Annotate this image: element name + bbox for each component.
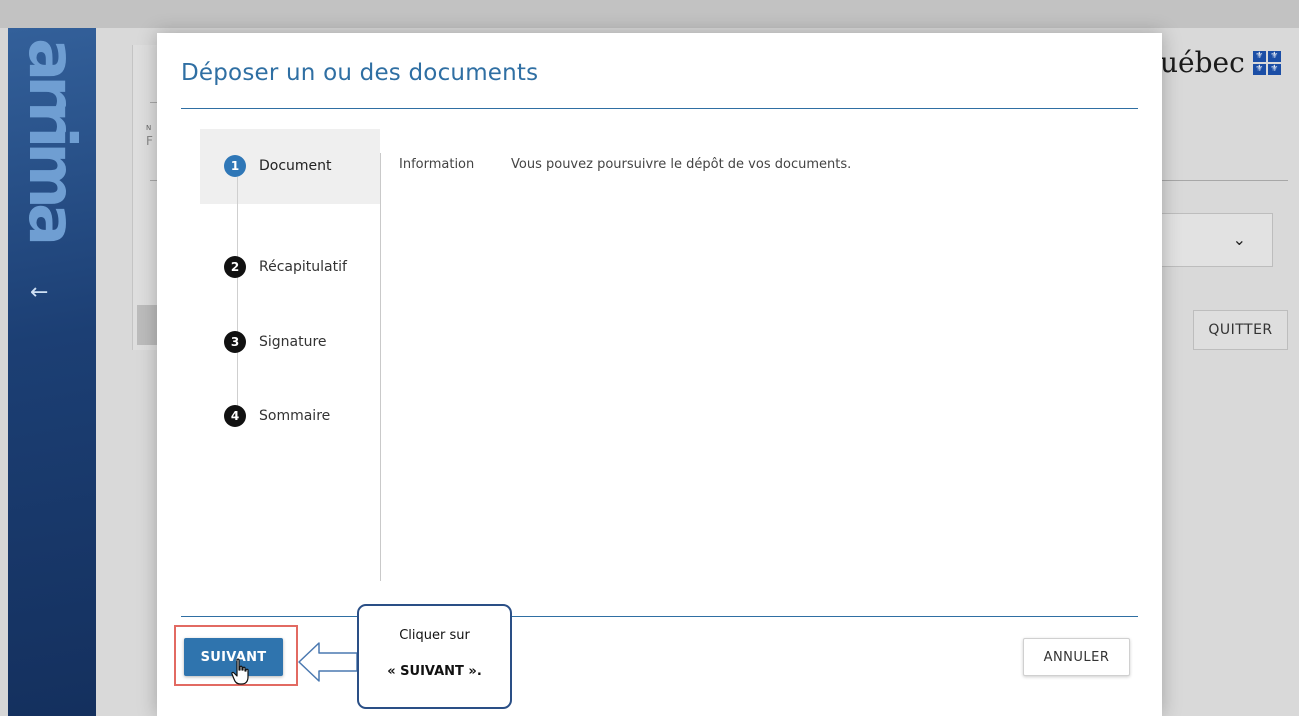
hand-cursor-icon <box>231 658 249 685</box>
step-signature[interactable]: 3 Signature <box>224 331 327 353</box>
step-number: 2 <box>224 256 246 278</box>
step-label: Sommaire <box>259 408 331 424</box>
cancel-button[interactable]: ANNULER <box>1023 638 1130 676</box>
footer-divider <box>181 616 1138 617</box>
dialog-title: Déposer un ou des documents <box>181 60 539 86</box>
step-number: 4 <box>224 405 246 427</box>
stepper-connector <box>237 177 238 417</box>
background-button <box>137 305 157 345</box>
step-recapitulatif[interactable]: 2 Récapitulatif <box>224 256 347 278</box>
step-document[interactable]: 1 Document <box>224 155 332 177</box>
upload-documents-dialog: Déposer un ou des documents 1 Document 2… <box>157 33 1162 716</box>
info-label: Information <box>399 157 475 172</box>
step-number: 1 <box>224 155 246 177</box>
step-number: 3 <box>224 331 246 353</box>
quebec-logo: uébec ⚜ ⚜ ⚜ ⚜ <box>1160 46 1281 79</box>
background-field-label: N <box>146 124 152 132</box>
step-sommaire[interactable]: 4 Sommaire <box>224 405 330 427</box>
background-divider <box>1160 180 1288 181</box>
callout-arrow-icon <box>298 642 358 682</box>
step-label: Récapitulatif <box>259 259 347 275</box>
top-strip <box>0 0 1299 28</box>
chevron-down-icon: ⌄ <box>1232 230 1246 249</box>
callout-line1: Cliquer sur <box>399 628 470 643</box>
callout-line2: « SUIVANT ». <box>387 664 482 679</box>
info-text: Vous pouvez poursuivre le dépôt de vos d… <box>511 157 852 172</box>
back-arrow-icon[interactable]: ← <box>30 280 48 305</box>
step-label: Signature <box>259 334 327 350</box>
content-divider <box>380 153 381 581</box>
tutorial-callout: Cliquer sur « SUIVANT ». <box>357 604 512 709</box>
title-divider <box>181 108 1138 109</box>
quit-button[interactable]: QUITTER <box>1193 310 1288 350</box>
quebec-flag-icon: ⚜ ⚜ ⚜ ⚜ <box>1252 50 1281 75</box>
background-field-value: F <box>146 134 153 148</box>
stepper: 1 Document 2 Récapitulatif 3 Signature 4… <box>200 129 380 584</box>
step-label: Document <box>259 158 332 174</box>
background-select[interactable]: ⌄ <box>1160 213 1273 267</box>
quebec-logo-text: uébec <box>1160 46 1245 79</box>
arrima-logo: arrima <box>14 38 88 241</box>
